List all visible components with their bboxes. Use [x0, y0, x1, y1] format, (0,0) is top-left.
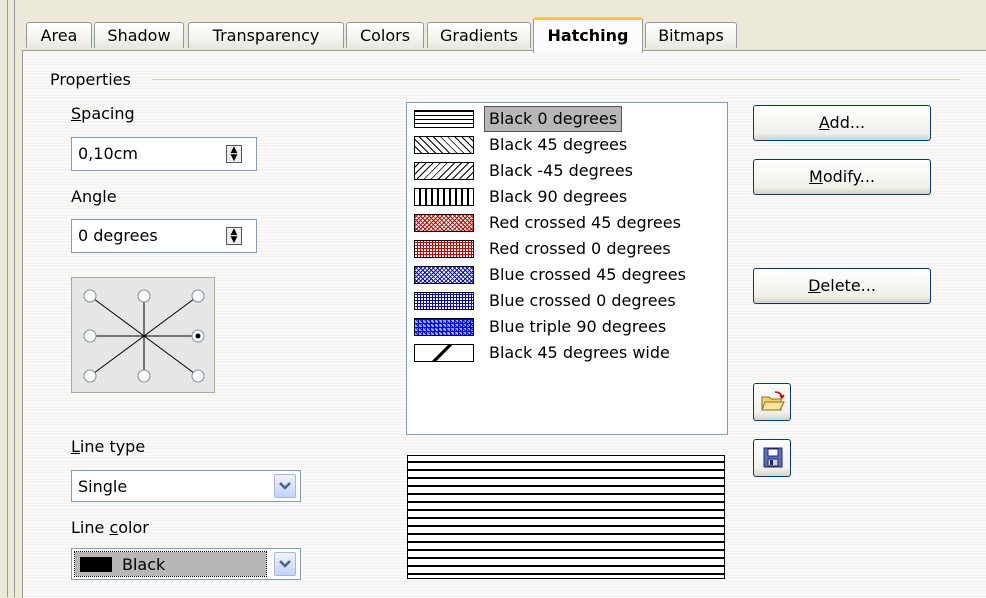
line-color-select[interactable]: Black: [71, 548, 301, 580]
hatch-swatch: [414, 240, 474, 258]
hatch-label: Red crossed 45 degrees: [489, 213, 681, 232]
hatch-list[interactable]: Black 0 degrees Black 45 degrees Black -45…: [406, 102, 728, 435]
angle-radio-90[interactable]: [137, 289, 151, 303]
hatch-label: Black 45 degrees wide: [489, 343, 670, 362]
load-hatches-button[interactable]: [753, 383, 791, 421]
group-divider: [152, 79, 960, 80]
hatch-list-item[interactable]: Black 45 degrees: [411, 133, 723, 157]
modify-button[interactable]: Modify...: [753, 159, 931, 195]
hatch-label: Black 0 degrees: [483, 106, 623, 132]
spin-arrows-icon[interactable]: ▲ ▼: [226, 227, 242, 245]
hatch-swatch: [414, 266, 474, 284]
hatch-list-item[interactable]: Black -45 degrees: [411, 159, 723, 183]
angle-label: Angle: [71, 187, 117, 206]
hatch-list-item[interactable]: Blue crossed 0 degrees: [411, 289, 723, 313]
hatch-label: Black 90 degrees: [489, 187, 628, 206]
spacing-label: Spacing: [71, 104, 135, 123]
angle-radio-225[interactable]: [83, 369, 97, 383]
hatch-list-item[interactable]: Blue crossed 45 degrees: [411, 263, 723, 287]
angle-radio-45[interactable]: [191, 289, 205, 303]
line-type-select[interactable]: Single: [71, 470, 301, 502]
properties-group-label: Properties: [50, 70, 131, 89]
angle-radio-315[interactable]: [191, 369, 205, 383]
hatch-label: Black 45 degrees: [489, 135, 628, 154]
floppy-disk-icon: [763, 447, 783, 468]
hatch-swatch: [414, 188, 474, 206]
hatch-swatch: [414, 292, 474, 310]
hatch-list-item[interactable]: Black 90 degrees: [411, 185, 723, 209]
tab-transparency[interactable]: Transparency: [188, 22, 344, 48]
delete-button[interactable]: Delete...: [753, 268, 931, 304]
spacing-value: 0,10cm: [78, 144, 139, 163]
hatch-swatch: [414, 110, 474, 128]
color-swatch: [80, 557, 112, 572]
angle-radio-selected-dot: [195, 333, 201, 339]
angle-radio-270[interactable]: [137, 369, 151, 383]
hatch-swatch: [414, 214, 474, 232]
hatch-swatch: [414, 344, 474, 362]
tab-area[interactable]: Area: [26, 22, 92, 48]
angle-value: 0 degrees: [78, 226, 158, 245]
tab-colors[interactable]: Colors: [346, 22, 424, 48]
tab-shadow[interactable]: Shadow: [94, 22, 184, 48]
hatch-list-item[interactable]: Blue triple 90 degrees: [411, 315, 723, 339]
hatch-label: Black -45 degrees: [489, 161, 633, 180]
hatch-list-item[interactable]: Red crossed 45 degrees: [411, 211, 723, 235]
hatch-list-item[interactable]: Black 45 degrees wide: [411, 341, 723, 365]
window-edge: [0, 0, 22, 597]
line-color-value: Black: [122, 555, 166, 574]
chevron-down-icon[interactable]: [274, 552, 296, 576]
add-button[interactable]: Add...: [753, 105, 931, 141]
save-hatches-button[interactable]: [753, 439, 791, 477]
hatch-label: Blue triple 90 degrees: [489, 317, 667, 336]
tab-gradients[interactable]: Gradients: [427, 22, 531, 48]
line-color-label: Line color: [71, 518, 149, 537]
line-type-value: Single: [78, 477, 128, 496]
angle-radio-135[interactable]: [83, 289, 97, 303]
hatch-preview: [407, 455, 725, 579]
spin-arrows-icon[interactable]: ▲ ▼: [226, 145, 242, 163]
hatch-list-item[interactable]: Black 0 degrees: [411, 106, 723, 132]
angle-spinbox[interactable]: 0 degrees ▲ ▼: [71, 219, 257, 253]
tab-hatching[interactable]: Hatching: [533, 17, 643, 53]
hatch-label: Blue crossed 45 degrees: [489, 265, 686, 284]
angle-selector: [71, 277, 215, 393]
hatch-swatch: [414, 162, 474, 180]
hatch-label: Red crossed 0 degrees: [489, 239, 671, 258]
hatch-label: Blue crossed 0 degrees: [489, 291, 676, 310]
hatch-swatch: [414, 318, 474, 336]
angle-radio-180[interactable]: [83, 329, 97, 343]
spacing-spinbox[interactable]: 0,10cm ▲ ▼: [71, 137, 257, 171]
hatch-swatch: [414, 136, 474, 154]
tab-bitmaps[interactable]: Bitmaps: [645, 22, 737, 48]
line-type-label: Line type: [71, 437, 146, 456]
chevron-down-icon[interactable]: [274, 474, 296, 498]
hatch-list-item[interactable]: Red crossed 0 degrees: [411, 237, 723, 261]
open-folder-icon: [761, 391, 785, 411]
